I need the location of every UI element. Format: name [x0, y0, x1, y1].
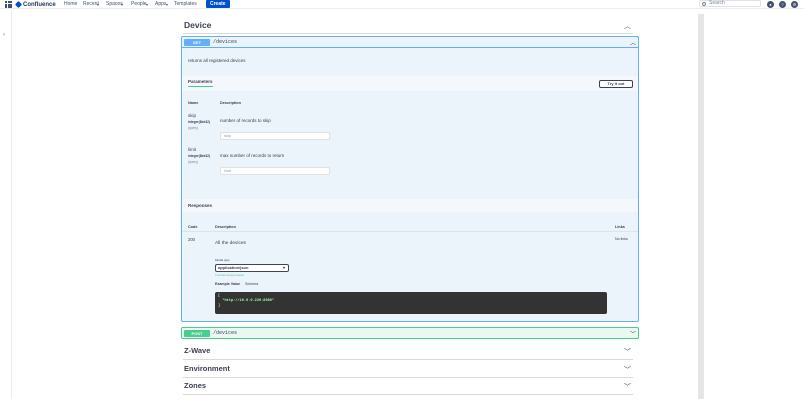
section-title: Z-Wave [184, 346, 211, 355]
operation-get-devices: GET /devices ︿ returns all registered de… [181, 36, 639, 322]
section-z-wave[interactable]: Z-Wave ﹀ [183, 344, 633, 360]
create-button[interactable]: Create [206, 0, 230, 8]
code-line: ] [218, 304, 221, 308]
col-code: Code [188, 225, 198, 229]
param-name: skip [188, 113, 197, 118]
try-it-out-button[interactable]: Try it out [599, 80, 633, 88]
notifications-icon[interactable]: ● [767, 1, 774, 8]
section-title: Zones [184, 381, 207, 390]
sidebar-collapsed: › [0, 10, 12, 399]
section-title: Environment [184, 364, 230, 373]
operation-path: /devices [213, 330, 238, 336]
col-description: Description [220, 101, 241, 105]
input-placeholder: limit [224, 168, 232, 173]
expand-sidebar-icon[interactable]: › [3, 32, 5, 38]
param-location: (query) [188, 160, 199, 164]
confluence-logo-icon [14, 0, 23, 9]
response-description: All the devices [215, 241, 246, 246]
method-badge: POST [184, 330, 210, 337]
search-placeholder: Search [709, 0, 725, 6]
col-links: Links [615, 225, 625, 229]
nav-people[interactable]: People [131, 0, 147, 9]
section-device[interactable]: Device ︿ [183, 18, 633, 34]
media-type-select[interactable]: application/json ▾ [215, 264, 289, 272]
media-type-label: Media type [215, 258, 230, 262]
brand-name: Confluence [23, 1, 56, 8]
code-line: [ [218, 294, 221, 298]
top-nav: Confluence Home Recent ▾ Spaces ▾ People… [0, 0, 804, 9]
search-icon [702, 2, 706, 6]
example-code-block: [ "http://10.0.0.220:8080" ] [215, 292, 607, 314]
col-name: Name [188, 101, 199, 105]
operation-summary[interactable]: GET /devices ︿ [182, 37, 638, 48]
example-value-tab[interactable]: Example Value [215, 282, 240, 286]
param-name: limit [188, 147, 196, 152]
divider [182, 231, 638, 232]
operation-path: /devices [213, 39, 238, 45]
response-code: 200 [188, 237, 195, 242]
controls-note: Controls Accept header. [215, 273, 245, 277]
chevron-down-icon[interactable]: ▾ [166, 0, 168, 9]
parameters-header: Parameters Try it out [182, 76, 638, 91]
nav-templates[interactable]: Templates [174, 0, 197, 9]
input-placeholder: skip [224, 133, 232, 138]
code-line: "http://10.0.0.220:8080" [218, 299, 275, 303]
chevron-down-icon: ▾ [282, 265, 285, 270]
col-description: Description [215, 225, 236, 229]
method-badge: GET [184, 39, 210, 46]
responses-header: Responses [182, 199, 638, 212]
nav-home[interactable]: Home [64, 0, 77, 9]
chevron-down-icon[interactable]: ▾ [121, 0, 123, 9]
chevron-up-icon[interactable]: ︿ [630, 38, 636, 47]
operation-description: returns all registered devices [188, 58, 246, 63]
param-input-limit[interactable]: limit [220, 167, 330, 175]
app-switcher-icon[interactable] [5, 1, 12, 8]
param-type: integer($int32) [188, 120, 210, 124]
section-zones[interactable]: Zones ﹀ [183, 379, 633, 395]
search-input[interactable]: Search [699, 0, 761, 7]
chevron-down-icon[interactable]: ▾ [97, 0, 99, 9]
media-type-value: application/json [218, 265, 249, 270]
chevron-down-icon[interactable]: ﹀ [624, 365, 631, 375]
chevron-down-icon[interactable]: ▾ [146, 0, 148, 9]
settings-gear-icon[interactable]: ⚙ [791, 1, 798, 8]
nav-apps[interactable]: Apps [155, 0, 166, 9]
param-input-skip[interactable]: skip [220, 132, 330, 140]
schema-tab[interactable]: Schema [245, 282, 258, 286]
responses-label: Responses [188, 203, 213, 208]
chevron-down-icon[interactable]: ﹀ [624, 347, 631, 357]
help-icon[interactable]: ? [779, 1, 786, 8]
chevron-up-icon[interactable]: ︿ [624, 21, 631, 31]
response-links: No links [615, 237, 628, 241]
parameters-tab[interactable]: Parameters [188, 79, 213, 87]
section-title: Device [184, 20, 212, 30]
page-scrollbar[interactable] [698, 14, 704, 399]
param-description: max number of records to return [220, 153, 285, 158]
chevron-down-icon[interactable]: ﹀ [624, 382, 631, 392]
param-type: integer($int32) [188, 154, 210, 158]
confluence-logo[interactable]: Confluence [14, 0, 56, 9]
operation-post-devices[interactable]: POST /devices ﹀ [181, 327, 639, 339]
chevron-down-icon[interactable]: ﹀ [630, 329, 636, 338]
param-location: (query) [188, 126, 199, 130]
param-description: number of records to skip [220, 118, 271, 123]
section-environment[interactable]: Environment ﹀ [183, 362, 633, 378]
